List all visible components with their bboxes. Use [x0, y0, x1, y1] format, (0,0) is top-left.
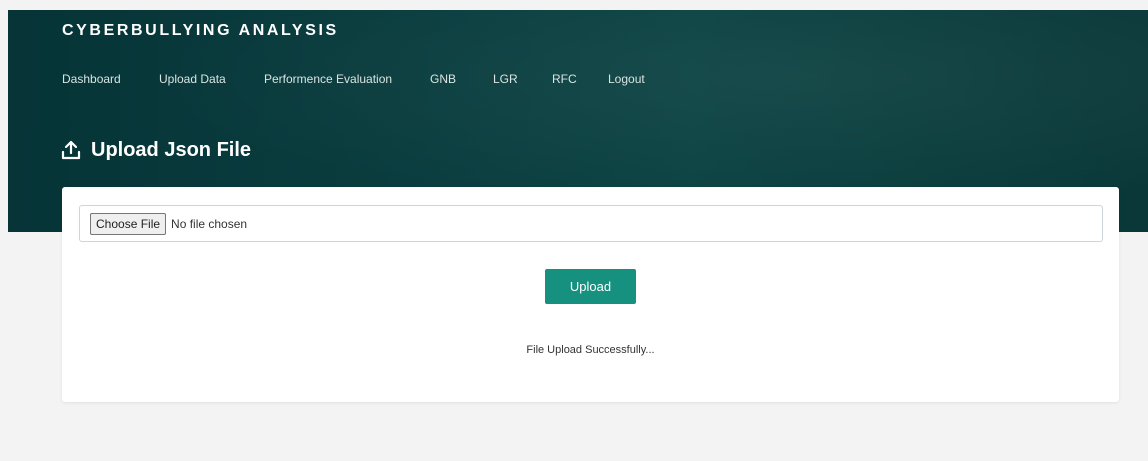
page-title: Upload Json File	[91, 138, 252, 161]
upload-button[interactable]: Upload	[545, 269, 636, 304]
choose-file-button[interactable]: Choose File	[90, 212, 167, 235]
nav-performance-evaluation[interactable]: Performence Evaluation	[264, 72, 392, 86]
page-heading: Upload Json File	[61, 135, 251, 165]
upload-icon	[61, 140, 81, 160]
nav-logout[interactable]: Logout	[608, 72, 645, 86]
nav-upload-data[interactable]: Upload Data	[159, 72, 226, 86]
file-status-text: No file chosen	[171, 216, 248, 231]
page: CYBERBULLYING ANALYSIS Dashboard Upload …	[0, 0, 1148, 461]
upload-card: Choose File No file chosen Upload File U…	[62, 187, 1119, 402]
file-input[interactable]: Choose File No file chosen	[79, 205, 1103, 242]
nav-gnb[interactable]: GNB	[430, 72, 456, 86]
upload-status-message: File Upload Successfully...	[526, 344, 655, 356]
brand-title: CYBERBULLYING ANALYSIS	[62, 22, 339, 39]
nav-lgr[interactable]: LGR	[493, 72, 518, 86]
nav-dashboard[interactable]: Dashboard	[62, 72, 121, 86]
nav-rfc[interactable]: RFC	[552, 72, 577, 86]
